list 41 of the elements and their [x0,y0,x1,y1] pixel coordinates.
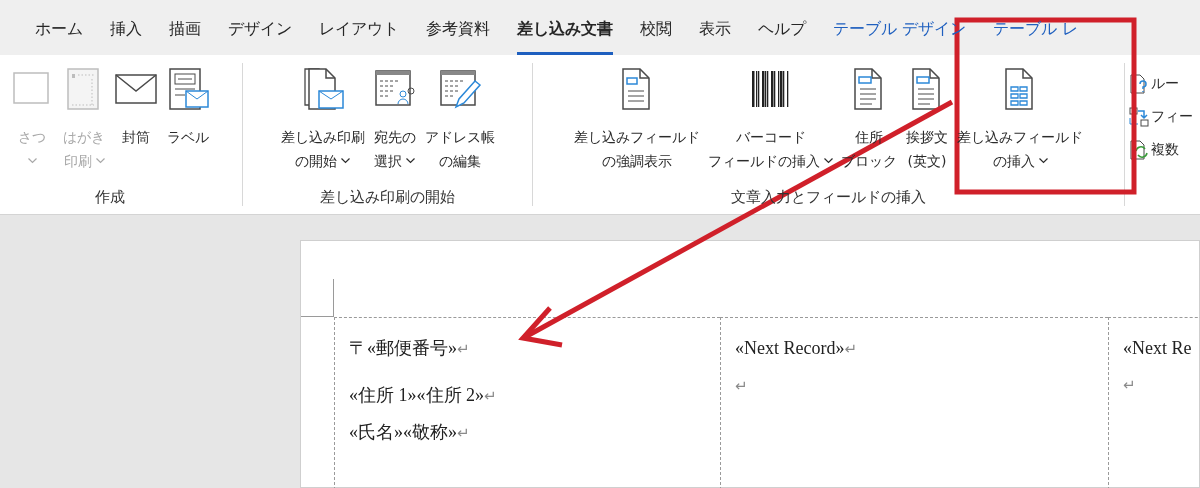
small-ribbon-button[interactable]: 複数 [1129,139,1193,160]
list-pencil-icon [437,67,482,111]
ribbon-button[interactable]: 差し込みフィールド の強調表示 [571,55,703,186]
small-ribbon-button[interactable]: フィー [1129,106,1193,127]
ribbon-tab[interactable]: デザイン [228,0,292,55]
ribbon-button[interactable]: アドレス帳 の編集 [421,55,498,186]
merge-field-line: «氏名»«敬称»↵ [349,421,471,444]
label-envelope-icon [166,67,210,111]
caret-icon [1038,158,1048,164]
merge-field-line: ↵ [1123,375,1137,396]
caret-icon [341,158,350,164]
merge-field-line: «Next Re [1123,337,1193,360]
fields-arrow-icon [1129,106,1149,127]
ribbon-button[interactable]: 封筒 [111,55,161,186]
ribbon-button[interactable]: 差し込み印刷 の開始 [277,55,368,186]
ribbon-tab[interactable]: 表示 [699,0,731,55]
small-ribbon-button[interactable]: ルー [1129,73,1193,94]
merge-field-line: ↵ [735,376,749,397]
ribbon-button[interactable]: バーコード フィールドの挿入 [705,55,836,186]
ribbon-button[interactable]: 宛先の 選択 [369,55,420,186]
caret-icon [27,158,37,164]
merge-field-line: 〒«郵便番号»↵ [349,337,471,360]
group-label: 作成 [95,186,125,208]
ribbon-tab[interactable]: 描画 [169,0,201,55]
ribbon-tab[interactable]: ヘルプ [758,0,806,55]
ribbon-tab[interactable]: ホーム [35,0,83,55]
caret-icon [406,158,415,164]
ribbon-button[interactable]: 挨拶文 (英文) [902,55,952,186]
caret-icon [824,158,833,164]
ribbon-tab[interactable]: 校閲 [640,0,672,55]
group-label: 差し込み印刷の開始 [320,186,455,208]
ribbon-tab[interactable]: 挿入 [110,0,142,55]
ribbon-tab[interactable]: レイアウト [319,0,399,55]
ribbon-tab[interactable]: 参考資料 [426,0,490,55]
ribbon-tab[interactable]: テーブル レ [993,0,1079,55]
ribbon-button[interactable]: ラベル [163,55,213,186]
merge-field-line: «住所 1»«住所 2»↵ [349,384,498,407]
caret-icon [95,158,105,164]
document-refresh-icon [1129,139,1149,160]
corner-mark [301,279,334,317]
merge-field-line: «Next Record»↵ [735,337,859,360]
